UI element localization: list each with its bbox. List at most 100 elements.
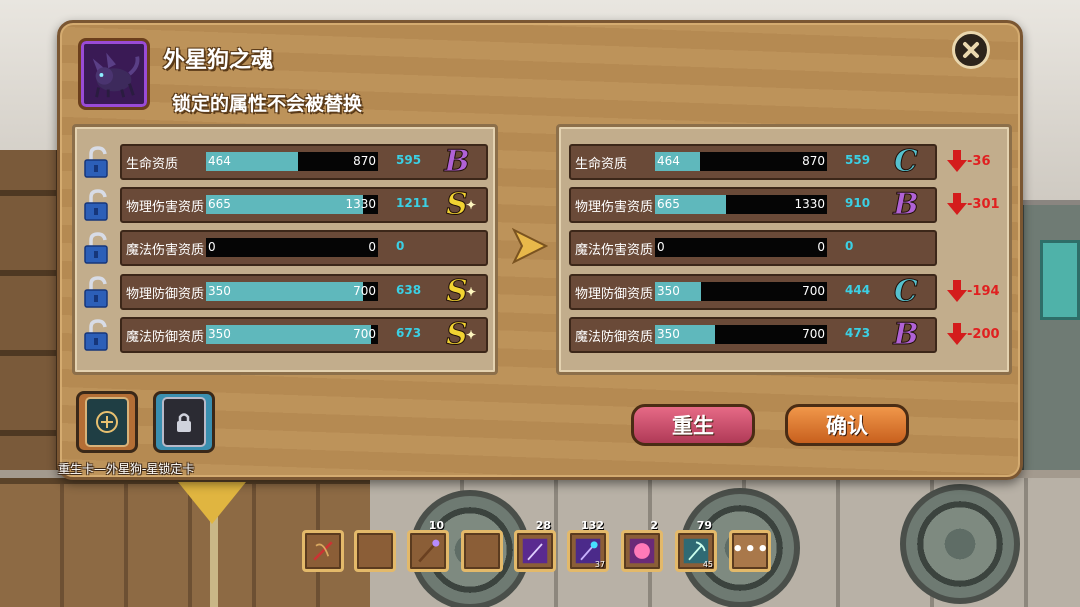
attribute-progress-bar: 665 1330 [206, 195, 378, 214]
attribute-delta: -200 [947, 323, 1000, 347]
attribute-progress-bar: 350 700 [655, 325, 827, 344]
attribute-progress-bar: 00 [655, 238, 827, 257]
attribute-row: 生命资质 464 870 559 C -36 [569, 144, 991, 180]
arrow-down-icon [947, 323, 967, 345]
attribute-aptitude-value: 559 [845, 153, 871, 167]
attribute-progress-bar: 464 870 [655, 152, 827, 171]
slot-count: 2 [650, 519, 658, 532]
gear-icon [900, 484, 1020, 604]
purple-wand-icon [521, 537, 549, 565]
attribute-row: 魔法伤害资质 0 0 0 [84, 230, 488, 266]
rebirth-card-item[interactable] [76, 391, 138, 453]
attribute-current-value: 350 [208, 327, 231, 341]
grade-s-icon: S ✦ [440, 274, 476, 309]
hotbar-slot[interactable]: 79 45 [675, 519, 717, 572]
unlock-toggle-icon[interactable] [82, 189, 112, 221]
attribute-progress-bar: 350 700 [206, 282, 378, 301]
attribute-row: 魔法防御资质 350 700 673 S ✦ [84, 317, 488, 353]
attribute-max-value: 700 [802, 327, 825, 341]
attribute-max-value: 700 [353, 327, 376, 341]
attribute-label: 生命资质 [575, 157, 628, 172]
hotbar-slot[interactable]: 2 [621, 519, 663, 572]
close-button[interactable] [952, 31, 990, 69]
wall-plank [0, 190, 60, 196]
attribute-aptitude-value: 444 [845, 283, 871, 297]
unlock-toggle-icon[interactable] [82, 146, 112, 178]
wall-plank [0, 430, 60, 436]
arrow-down-icon [947, 193, 967, 215]
attribute-row: 物理伤害资质 665 1330 910 B -301 [569, 187, 1000, 223]
item-cards-caption: 重生卡—外星狗-星锁定卡 [58, 462, 195, 476]
unlock-toggle-icon[interactable] [82, 319, 112, 351]
attribute-delta-value: -36 [967, 153, 991, 169]
attribute-current-value: 464 [657, 154, 680, 168]
attribute-aptitude-value: 910 [845, 196, 871, 210]
attribute-delta: -301 [947, 193, 1000, 217]
attribute-progress-bar: 350 700 [206, 325, 378, 344]
lock-card-icon [162, 397, 206, 447]
hotbar-slot-empty[interactable] [461, 530, 503, 572]
grade-b-icon: B [440, 144, 474, 179]
new-attributes-panel: 生命资质 464 870 559 C -36 物理伤害资质 665 1330 910 B -301 魔法… [556, 124, 1012, 375]
sparkle-icon: ✦ [465, 328, 476, 342]
grade-b-icon: B [889, 187, 923, 222]
unlock-toggle-icon[interactable] [82, 232, 112, 264]
attribute-label: 物理防御资质 [126, 287, 205, 302]
hotbar-slot[interactable]: 28 [514, 519, 556, 572]
slot-sub-count: 37 [594, 560, 605, 569]
wall-plank [0, 350, 60, 356]
attribute-max-value: 1330 [794, 197, 825, 211]
attribute-delta: -194 [947, 280, 1000, 304]
grade-letter: C [894, 274, 919, 309]
grade-letter: B [893, 187, 919, 222]
attribute-label: 魔法伤害资质 [126, 243, 205, 258]
attribute-aptitude-value: 673 [396, 326, 422, 340]
magic-staff-icon [414, 537, 442, 565]
hotbar-slot[interactable] [302, 530, 344, 572]
attribute-delta-value: -194 [967, 283, 1000, 299]
attribute-progress-bar: 665 1330 [655, 195, 827, 214]
right-gem-block [1040, 240, 1080, 320]
grade-letter: C [894, 144, 919, 179]
alien-dog-icon [92, 52, 140, 98]
hotbar-slot[interactable]: 10 [407, 519, 449, 572]
attribute-row: 生命资质 464 870 595 B [84, 144, 488, 180]
unlock-toggle-icon[interactable] [82, 276, 112, 308]
more-items-button[interactable]: ••• [729, 530, 771, 572]
attribute-max-value: 0 [817, 240, 825, 254]
attribute-current-value: 665 [657, 197, 680, 211]
attribute-progress-bar: 350 700 [655, 282, 827, 301]
attribute-delta: -36 [947, 150, 991, 174]
attribute-label: 物理伤害资质 [575, 200, 654, 215]
arrow-down-icon [947, 150, 967, 172]
grade-letter: S [446, 317, 469, 352]
star-lock-card-item[interactable] [153, 391, 215, 453]
slot-count: 28 [535, 519, 551, 532]
attribute-aptitude-value: 0 [396, 239, 405, 253]
pet-reroll-dialog: 外星狗之魂 锁定的属性不会被替换 生命资质 464 870 595 B 物理伤害资质 665… [57, 20, 1023, 480]
triangle-marker-icon [178, 482, 246, 524]
attribute-aptitude-value: 638 [396, 283, 422, 297]
orb-staff-icon [628, 537, 656, 565]
attribute-label: 物理伤害资质 [126, 200, 205, 215]
hotbar-slot-empty[interactable] [354, 530, 396, 572]
hotbar-slot[interactable]: 132 37 [567, 519, 609, 572]
slot-count: 79 [696, 519, 712, 532]
crossbow-icon [309, 537, 337, 565]
grade-c-icon: C [889, 274, 923, 309]
attribute-max-value: 700 [802, 284, 825, 298]
attribute-current-value: 464 [208, 154, 231, 168]
attribute-aptitude-value: 1211 [396, 196, 430, 210]
slot-count: 10 [428, 519, 444, 532]
attribute-label: 魔法防御资质 [575, 330, 654, 345]
attribute-row: 魔法伤害资质 0 0 0 [569, 230, 937, 266]
attribute-current-value: 350 [657, 327, 680, 341]
sparkle-icon: ✦ [465, 285, 476, 299]
attribute-delta-value: -301 [967, 196, 1000, 212]
attribute-row: 物理防御资质 350 700 444 C -194 [569, 274, 1000, 310]
current-attributes-panel: 生命资质 464 870 595 B 物理伤害资质 665 1330 1211 S ✦ 魔法伤害资质 0… [72, 124, 498, 375]
rebirth-button[interactable]: 重生 [631, 404, 755, 446]
close-icon [963, 42, 979, 58]
pet-portrait [78, 38, 150, 110]
confirm-button[interactable]: 确认 [785, 404, 909, 446]
